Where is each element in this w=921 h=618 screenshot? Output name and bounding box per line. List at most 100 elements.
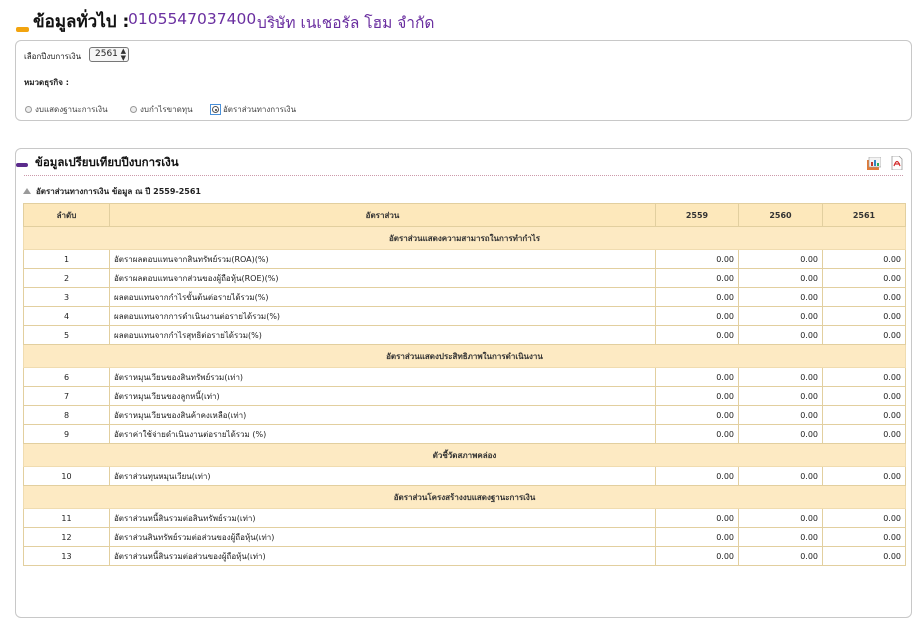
collapse-toggle-icon[interactable] (23, 188, 31, 194)
section-title: อัตราส่วนโครงสร้างงบแสดงฐานะการเงิน (23, 485, 906, 509)
select-arrows-icon: ▲ ▼ (120, 47, 126, 62)
row-number: 10 (23, 466, 110, 486)
row-number: 6 (23, 367, 110, 387)
value-2560: 0.00 (738, 546, 823, 566)
ratio-name: อัตราส่วนสินทรัพย์รวมต่อส่วนของผู้ถือหุ้… (109, 527, 656, 547)
value-2560: 0.00 (738, 268, 823, 288)
fiscal-year-value: 2561 (95, 49, 118, 59)
value-2559: 0.00 (655, 405, 739, 425)
value-2559: 0.00 (655, 287, 739, 307)
radio-balance-sheet[interactable]: งบแสดงฐานะการเงิน (25, 103, 108, 116)
value-2561: 0.00 (822, 527, 906, 547)
value-2559: 0.00 (655, 268, 739, 288)
radio-focus-ring (210, 104, 221, 115)
value-2559: 0.00 (655, 386, 739, 406)
section-row: อัตราส่วนโครงสร้างงบแสดงฐานะการเงิน (23, 485, 906, 509)
table-header-row: ลำดับ อัตราส่วน 2559 2560 2561 (23, 203, 906, 227)
row-number: 3 (23, 287, 110, 307)
section-title: ตัวชี้วัดสภาพคล่อง (23, 443, 906, 467)
radio-income-statement[interactable]: งบกำไรขาดทุน (130, 103, 193, 116)
section-title: อัตราส่วนแสดงประสิทธิภาพในการดำเนินงาน (23, 344, 906, 368)
ratio-name: ผลตอบแทนจากการดำเนินงานต่อรายได้รวม(%) (109, 306, 656, 326)
value-2559: 0.00 (655, 249, 739, 269)
row-number: 7 (23, 386, 110, 406)
col-header-no: ลำดับ (23, 203, 110, 227)
ratio-name: อัตราผลตอบแทนจากส่วนของผู้ถือหุ้น(ROE)(%… (109, 268, 656, 288)
value-2561: 0.00 (822, 287, 906, 307)
value-2559: 0.00 (655, 367, 739, 387)
row-number: 11 (23, 508, 110, 528)
value-2561: 0.00 (822, 367, 906, 387)
value-2561: 0.00 (822, 466, 906, 486)
table-row: 11 อัตราส่วนหนี้สินรวมต่อสินทรัพย์รวม(เท่… (23, 508, 906, 528)
row-number: 13 (23, 546, 110, 566)
radio-button-icon (130, 106, 137, 113)
value-2561: 0.00 (822, 508, 906, 528)
company-name: บริษัท เนเชอรัล โฮม จำกัด (257, 14, 435, 32)
table-row: 9 อัตราค่าใช้จ่ายดำเนินงานต่อรายได้รวม (%… (23, 424, 906, 444)
row-number: 12 (23, 527, 110, 547)
value-2559: 0.00 (655, 306, 739, 326)
radio-button-icon (25, 106, 32, 113)
radio-label: อัตราส่วนทางการเงิน (223, 105, 297, 114)
ratio-name: อัตราหมุนเวียนของลูกหนี้(เท่า) (109, 386, 656, 406)
value-2560: 0.00 (738, 306, 823, 326)
value-2559: 0.00 (655, 325, 739, 345)
ratio-name: อัตราหมุนเวียนของสินทรัพย์รวม(เท่า) (109, 367, 656, 387)
ratio-name: อัตราผลตอบแทนจากสินทรัพย์รวม(ROA)(%) (109, 249, 656, 269)
table-row: 5 ผลตอบแทนจากกำไรสุทธิต่อรายได้รวม(%) 0.00… (23, 325, 906, 345)
excel-export-icon[interactable] (867, 157, 881, 170)
value-2561: 0.00 (822, 405, 906, 425)
divider (24, 175, 903, 176)
table-row: 7 อัตราหมุนเวียนของลูกหนี้(เท่า) 0.00 0.00 0… (23, 386, 906, 406)
row-number: 4 (23, 306, 110, 326)
value-2561: 0.00 (822, 306, 906, 326)
value-2559: 0.00 (655, 424, 739, 444)
table-row: 6 อัตราหมุนเวียนของสินทรัพย์รวม(เท่า) 0.00… (23, 367, 906, 387)
title-accent-bar (16, 27, 29, 32)
page-title: ข้อมูลทั่วไป : (33, 12, 130, 32)
table-row: 12 อัตราส่วนสินทรัพย์รวมต่อส่วนของผู้ถือห… (23, 527, 906, 547)
row-number: 5 (23, 325, 110, 345)
company-id: 0105547037400 (128, 10, 257, 28)
radio-label: งบแสดงฐานะการเงิน (35, 105, 108, 114)
ratio-table: ลำดับ อัตราส่วน 2559 2560 2561 อัตราส่วน… (23, 203, 906, 566)
section-accent-bar (16, 163, 28, 167)
value-2561: 0.00 (822, 325, 906, 345)
row-number: 8 (23, 405, 110, 425)
ratio-name: ผลตอบแทนจากกำไรขั้นต้นต่อรายได้รวม(%) (109, 287, 656, 307)
radio-label: งบกำไรขาดทุน (140, 105, 193, 114)
row-number: 9 (23, 424, 110, 444)
section-row: อัตราส่วนแสดงความสามารถในการทำกำไร (23, 226, 906, 250)
value-2561: 0.00 (822, 386, 906, 406)
fiscal-year-select[interactable]: 2561 ▲ ▼ (89, 47, 129, 62)
pdf-export-icon[interactable] (891, 156, 903, 170)
value-2561: 0.00 (822, 268, 906, 288)
table-row: 8 อัตราหมุนเวียนของสินค้าคงเหลือ(เท่า) 0.0… (23, 405, 906, 425)
col-header-2560: 2560 (738, 203, 823, 227)
value-2560: 0.00 (738, 466, 823, 486)
ratio-name: อัตราส่วนทุนหมุนเวียน(เท่า) (109, 466, 656, 486)
ratio-name: อัตราค่าใช้จ่ายดำเนินงานต่อรายได้รวม (%) (109, 424, 656, 444)
value-2560: 0.00 (738, 386, 823, 406)
value-2561: 0.00 (822, 546, 906, 566)
value-2560: 0.00 (738, 527, 823, 547)
ratio-name: อัตราส่วนหนี้สินรวมต่อส่วนของผู้ถือหุ้น(… (109, 546, 656, 566)
comparison-panel: ข้อมูลเปรียบเทียบปีงบการเงิน อัตราส่วนทา… (15, 148, 912, 618)
category-label: หมวดธุรกิจ : (24, 78, 69, 87)
ratio-name: ผลตอบแทนจากกำไรสุทธิต่อรายได้รวม(%) (109, 325, 656, 345)
fiscal-year-label: เลือกปีงบการเงิน (24, 52, 82, 61)
radio-button-selected-icon (212, 106, 219, 113)
value-2560: 0.00 (738, 367, 823, 387)
value-2561: 0.00 (822, 249, 906, 269)
value-2559: 0.00 (655, 527, 739, 547)
table-row: 4 ผลตอบแทนจากการดำเนินงานต่อรายได้รวม(%) 0… (23, 306, 906, 326)
value-2559: 0.00 (655, 466, 739, 486)
value-2559: 0.00 (655, 508, 739, 528)
filter-panel: เลือกปีงบการเงิน 2561 ▲ ▼ หมวดธุรกิจ : งบ… (15, 40, 912, 121)
section-title: อัตราส่วนแสดงความสามารถในการทำกำไร (23, 226, 906, 250)
col-header-2561: 2561 (822, 203, 906, 227)
radio-financial-ratio[interactable]: อัตราส่วนทางการเงิน (210, 103, 296, 116)
value-2560: 0.00 (738, 424, 823, 444)
value-2560: 0.00 (738, 287, 823, 307)
